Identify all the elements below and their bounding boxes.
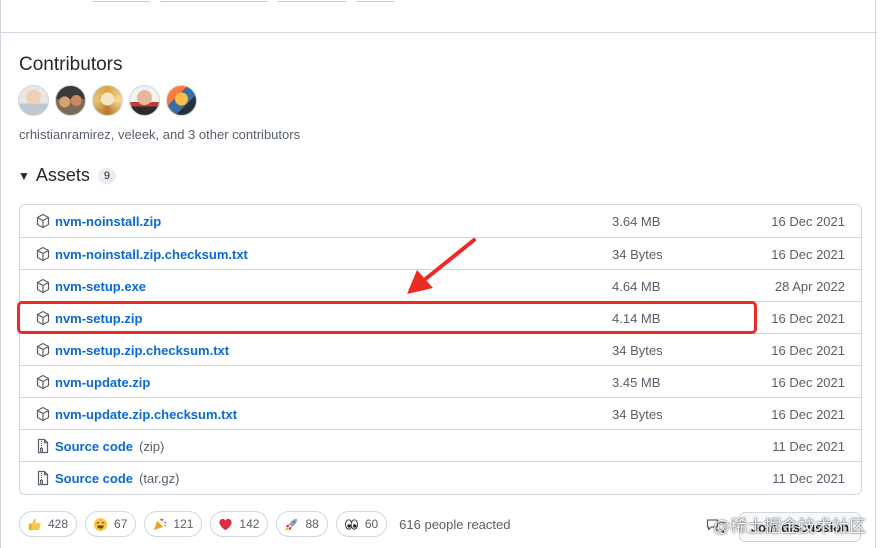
file-zip-icon [37, 438, 49, 454]
contributors-summary: crhistianramirez, veleek, and 3 other co… [19, 127, 301, 142]
asset-size: 34 Bytes [612, 407, 663, 422]
reactions-bar: 428 67 121 142 88 60 616 people reacted [19, 511, 510, 537]
reaction-eyes[interactable]: 60 [335, 511, 388, 537]
file-zip-icon [37, 470, 49, 486]
asset-link[interactable]: nvm-setup.zip [55, 311, 142, 326]
assets-heading: Assets [35, 165, 90, 185]
asset-size: 3.45 MB [612, 375, 661, 390]
assets-count-badge: 9 [97, 167, 117, 184]
asset-size: 4.64 MB [612, 279, 661, 294]
eyes-icon [344, 518, 358, 530]
package-icon [36, 406, 50, 422]
asset-date: 16 Dec 2021 [771, 311, 845, 326]
reaction-rocket[interactable]: 88 [276, 511, 328, 537]
asset-date: 11 Dec 2021 [772, 471, 845, 486]
asset-link[interactable]: nvm-noinstall.zip.checksum.txt [55, 247, 248, 262]
reactions-summary: 616 people reacted [399, 516, 511, 532]
avatar[interactable] [166, 85, 197, 116]
avatar[interactable] [92, 85, 123, 116]
hooray-icon [154, 518, 167, 530]
asset-date: 16 Dec 2021 [771, 214, 845, 229]
contributors-heading: Contributors [19, 54, 123, 75]
package-icon [36, 374, 50, 390]
asset-date: 16 Dec 2021 [771, 247, 845, 262]
assets-list: nvm-noinstall.zip 3.64 MB 16 Dec 2021 nv… [19, 204, 862, 495]
heart-icon [219, 518, 233, 530]
package-icon [36, 342, 50, 358]
package-icon [36, 278, 50, 294]
asset-size: 34 Bytes [612, 343, 663, 358]
package-icon [36, 246, 50, 262]
asset-row: nvm-noinstall.zip 3.64 MB 16 Dec 2021 [20, 205, 861, 237]
reaction-hooray[interactable]: 121 [144, 511, 203, 537]
asset-row: Source code (tar.gz) 11 Dec 2021 [20, 461, 861, 493]
avatar[interactable] [18, 85, 49, 116]
asset-row: nvm-update.zip 3.45 MB 16 Dec 2021 [20, 365, 861, 397]
asset-link[interactable]: nvm-noinstall.zip [55, 214, 161, 229]
assets-toggle[interactable]: ▼ Assets 9 [18, 165, 117, 186]
asset-date: 28 Apr 2022 [774, 279, 845, 294]
package-icon [36, 310, 50, 326]
comment-discussion-icon [706, 519, 726, 534]
asset-link[interactable]: nvm-setup.exe [55, 279, 146, 294]
thumbs-up-icon [28, 518, 41, 530]
asset-row: nvm-noinstall.zip.checksum.txt 34 Bytes … [20, 237, 861, 269]
source-code-targz-link[interactable]: Source code (tar.gz) [55, 471, 180, 486]
asset-date: 16 Dec 2021 [771, 407, 845, 422]
asset-row: nvm-setup.zip 4.14 MB 16 Dec 2021 [20, 301, 861, 333]
asset-date: 16 Dec 2021 [771, 343, 845, 358]
asset-row: nvm-update.zip.checksum.txt 34 Bytes 16 … [20, 397, 861, 429]
reaction-laugh[interactable]: 67 [85, 511, 137, 537]
release-card: Contributors crhistianramirez, veleek, a… [0, 0, 877, 548]
asset-size: 4.14 MB [612, 311, 661, 326]
laugh-icon [93, 517, 108, 531]
asset-link[interactable]: nvm-update.zip.checksum.txt [55, 407, 237, 422]
caret-down-icon: ▼ [18, 168, 30, 183]
asset-size: 34 Bytes [612, 247, 663, 262]
asset-row: nvm-setup.exe 4.64 MB 28 Apr 2022 [20, 269, 861, 301]
section-divider [1, 32, 877, 33]
asset-size: 3.64 MB [612, 214, 661, 229]
asset-link[interactable]: nvm-setup.zip.checksum.txt [55, 343, 229, 358]
reaction-heart[interactable]: 142 [210, 511, 269, 537]
contributor-avatars [18, 85, 197, 116]
package-icon [36, 213, 50, 229]
asset-row: nvm-setup.zip.checksum.txt 34 Bytes 16 D… [20, 333, 861, 365]
source-code-zip-link[interactable]: Source code (zip) [55, 439, 164, 454]
asset-date: 16 Dec 2021 [771, 375, 845, 390]
release-notes-cutoff [91, 0, 431, 2]
reaction-thumbs-up[interactable]: 428 [19, 511, 78, 537]
avatar[interactable] [129, 85, 160, 116]
rocket-icon [285, 518, 298, 531]
asset-date: 11 Dec 2021 [772, 439, 845, 454]
avatar[interactable] [55, 85, 86, 116]
asset-row: Source code (zip) 11 Dec 2021 [20, 429, 861, 461]
asset-link[interactable]: nvm-update.zip [55, 375, 150, 390]
join-discussion-button[interactable]: Join discussion [739, 512, 861, 542]
